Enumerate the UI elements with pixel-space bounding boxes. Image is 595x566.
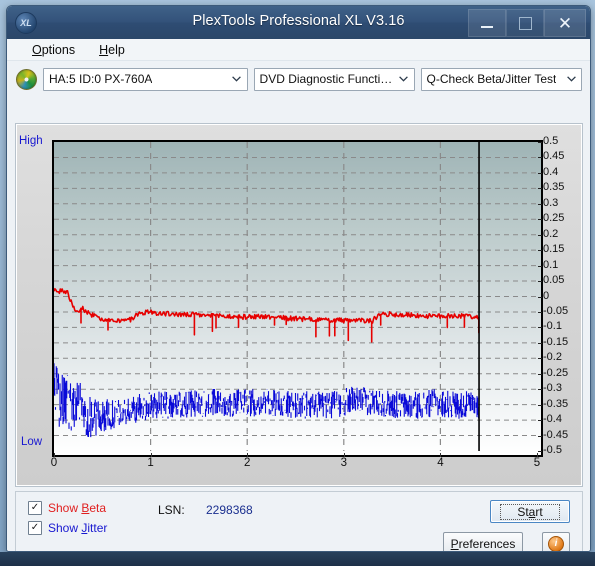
desktop-background: XL PlexTools Professional XL V3.16 ✕ Opt… [0,0,595,566]
function-select-value: DVD Diagnostic Functions [259,72,396,86]
beta-jitter-plot[interactable] [52,140,543,457]
axis-label-high: High [19,135,43,147]
y-tick-label: 0.35 [543,181,565,194]
y-tick-mark [538,435,542,437]
y-tick-label: -0.2 [543,351,562,364]
taskbar [0,552,595,566]
y-tick-mark [538,172,542,174]
y-tick-label: -0.45 [543,428,569,441]
y-tick-label: -0.35 [543,397,569,410]
info-button[interactable]: i [542,532,570,551]
y-tick-mark [538,389,542,391]
start-button[interactable]: Start [490,500,570,523]
x-tick-label: 1 [147,457,154,469]
menu-item-help-label: elp [108,42,125,57]
y-tick-label: 0.3 [543,196,559,209]
y-tick-label: 0.15 [543,243,565,256]
maximize-icon [518,16,532,30]
application-window: XL PlexTools Professional XL V3.16 ✕ Opt… [6,5,591,552]
start-button-label: Start [500,503,560,520]
minimize-button[interactable] [468,9,506,37]
x-tick-label: 3 [340,457,347,469]
y-tick-label: 0.1 [543,258,559,271]
y-tick-mark [538,234,542,236]
check-icon: ✓ [30,502,40,513]
close-icon: ✕ [557,13,573,33]
y-tick-label: -0.25 [543,366,569,379]
y-tick-label: -0.05 [543,304,569,317]
menu-item-help[interactable]: Help [96,42,128,58]
y-tick-mark [538,373,542,375]
x-tick-label: 0 [50,457,58,469]
lsn-label: LSN: [158,503,185,517]
y-tick-label: 0.05 [543,274,565,287]
y-tick-mark [538,327,542,329]
show-beta-checkbox[interactable]: ✓ [28,501,42,515]
function-select[interactable]: DVD Diagnostic Functions [253,67,415,91]
control-panel: ✓ Show Beta ✓ Show Jitter LSN: 2298368 S… [15,491,583,551]
y-tick-label: 0.25 [543,212,565,225]
chevron-down-icon [229,71,245,88]
graph-panel: High Low 0.5 0.45 0.4 0.35 0.3 0.25 0.2 0.15 0.1… [15,123,583,487]
title-bar: XL PlexTools Professional XL V3.16 ✕ [7,6,590,40]
menu-item-options[interactable]: Options [29,42,78,58]
y-tick-mark [538,342,542,344]
y-tick-label: 0.45 [543,150,565,163]
drive-select-value: HA:5 ID:0 PX-760A [49,72,153,86]
y-tick-label: -0.3 [543,382,562,395]
y-tick-mark [538,311,542,313]
axis-label-low: Low [21,436,43,448]
minimize-icon [481,25,493,28]
y-tick-label: -0.5 [543,444,562,456]
y-tick-mark [538,203,542,205]
y-tick-mark [538,250,542,252]
show-jitter-row[interactable]: ✓ Show Jitter [28,521,107,535]
y-tick-mark [538,219,542,221]
y-tick-label: -0.1 [543,320,562,333]
y-tick-mark [538,420,542,422]
preferences-button[interactable]: Preferences [443,532,523,551]
menu-item-options-label: ptions [41,42,76,57]
chevron-down-icon [396,71,412,88]
y-tick-mark [538,404,542,406]
x-tick-label: 2 [243,457,251,469]
y-tick-mark [538,451,542,452]
graph-inner: High Low 0.5 0.45 0.4 0.35 0.3 0.25 0.2 0.15 0.1… [17,125,581,485]
maximize-button[interactable] [506,9,544,37]
plot-canvas [54,142,537,451]
x-tick-label: 5 [533,457,541,469]
chevron-down-icon [563,71,579,88]
x-tick-label: 4 [437,457,444,469]
lsn-value: 2298368 [206,503,253,517]
show-jitter-checkbox[interactable]: ✓ [28,521,42,535]
y-tick-mark [538,358,542,360]
show-beta-label: Show Beta [48,501,107,515]
y-tick-mark [538,142,542,143]
show-beta-row[interactable]: ✓ Show Beta [28,501,106,515]
y-tick-mark [538,188,542,190]
selector-toolbar: HA:5 ID:0 PX-760A DVD Diagnostic Functio… [7,61,590,94]
y-tick-label: 0 [543,289,550,302]
drive-select[interactable]: HA:5 ID:0 PX-760A [43,67,248,91]
y-tick-mark [538,265,542,267]
y-tick-label: 0.5 [543,135,559,147]
menu-bar: Options Help [7,39,590,61]
disc-icon [16,68,37,90]
test-select[interactable]: Q-Check Beta/Jitter Test [420,67,582,91]
y-tick-mark [538,296,542,298]
preferences-button-label: Preferences [450,536,516,551]
show-jitter-label: Show Jitter [48,521,108,535]
y-tick-label: 0.2 [543,227,559,240]
test-select-value: Q-Check Beta/Jitter Test [426,72,557,86]
y-tick-mark [538,157,542,159]
y-tick-label: -0.15 [543,335,569,348]
info-icon: i [548,535,564,551]
check-icon: ✓ [30,522,40,533]
y-tick-label: -0.4 [543,413,562,426]
client-area: Options Help HA:5 ID:0 PX-760A DVD Diagn… [7,39,590,551]
y-tick-mark [538,281,542,283]
close-button[interactable]: ✕ [544,9,586,37]
y-tick-label: 0.4 [543,165,559,178]
